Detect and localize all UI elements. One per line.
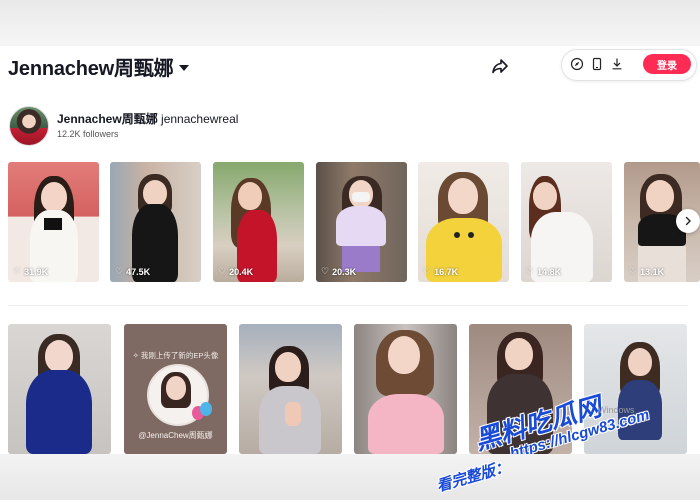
windows-text: Windows xyxy=(598,405,635,415)
video-card[interactable]: ♡ 16.7K xyxy=(418,162,509,282)
video-card[interactable]: ♡ 47.5K xyxy=(110,162,201,282)
heart-outline-icon: ♡ xyxy=(218,266,227,276)
likes-count: ♡ 31.9K xyxy=(13,266,49,277)
likes-count: ♡ 20.4K xyxy=(218,266,254,277)
avatar[interactable] xyxy=(9,106,49,146)
likes-count: ♡ 47.5K xyxy=(115,266,151,277)
card-caption: ✧ 我刚上传了新的EP头像 xyxy=(132,351,219,360)
top-blurred-area xyxy=(0,0,700,46)
heart-outline-icon: ♡ xyxy=(526,266,535,276)
display-name: Jennachew周甄娜 xyxy=(57,112,158,126)
video-card[interactable] xyxy=(354,324,457,454)
title-dropdown[interactable]: Jennachew周甄娜 xyxy=(8,52,190,81)
heart-outline-icon: ♡ xyxy=(423,266,432,276)
heart-outline-icon: ♡ xyxy=(115,266,124,276)
card-handle: @JennaChew周甄娜 xyxy=(138,431,213,440)
likes-count: ♡ 13.1K xyxy=(629,266,665,277)
section-divider xyxy=(8,305,688,306)
likes-count: ♡ 16.7K xyxy=(423,266,459,277)
download-icon[interactable] xyxy=(610,57,624,71)
next-button[interactable] xyxy=(676,209,700,233)
video-card[interactable]: ♡ 31.9K xyxy=(8,162,99,282)
followers-count: 12.2K followers xyxy=(57,129,119,139)
profile-panel: Jennachew周甄娜 登录 Jennachew周甄娜 jennachewre… xyxy=(0,46,700,454)
video-card[interactable]: ♡ 20.4K xyxy=(213,162,304,282)
login-button[interactable]: 登录 xyxy=(643,54,691,74)
action-pill: 登录 xyxy=(561,49,697,81)
video-card[interactable]: ✧ 我刚上传了新的EP头像 @JennaChew周甄娜 xyxy=(124,324,227,454)
heart-outline-icon: ♡ xyxy=(13,266,22,276)
video-card[interactable] xyxy=(239,324,342,454)
profile-name[interactable]: Jennachew周甄娜 jennachewreal xyxy=(57,110,238,127)
chevron-right-icon xyxy=(685,216,691,226)
heart-outline-icon: ♡ xyxy=(629,266,638,276)
likes-count: ♡ 20.3K xyxy=(321,266,357,277)
mobile-phone-icon[interactable] xyxy=(590,57,604,71)
video-card[interactable]: ♡ 14.8K xyxy=(521,162,612,282)
compass-icon[interactable] xyxy=(570,57,584,71)
heart-outline-icon: ♡ xyxy=(321,266,330,276)
caret-down-icon xyxy=(179,65,190,71)
video-card[interactable]: ♡ 20.3K xyxy=(316,162,407,282)
video-card[interactable] xyxy=(8,324,111,454)
share-arrow-icon[interactable] xyxy=(490,56,510,76)
bottom-blurred-area xyxy=(0,454,700,500)
page-title: Jennachew周甄娜 xyxy=(8,58,174,80)
username: jennachewreal xyxy=(161,112,239,126)
likes-count: ♡ 14.8K xyxy=(526,266,562,277)
